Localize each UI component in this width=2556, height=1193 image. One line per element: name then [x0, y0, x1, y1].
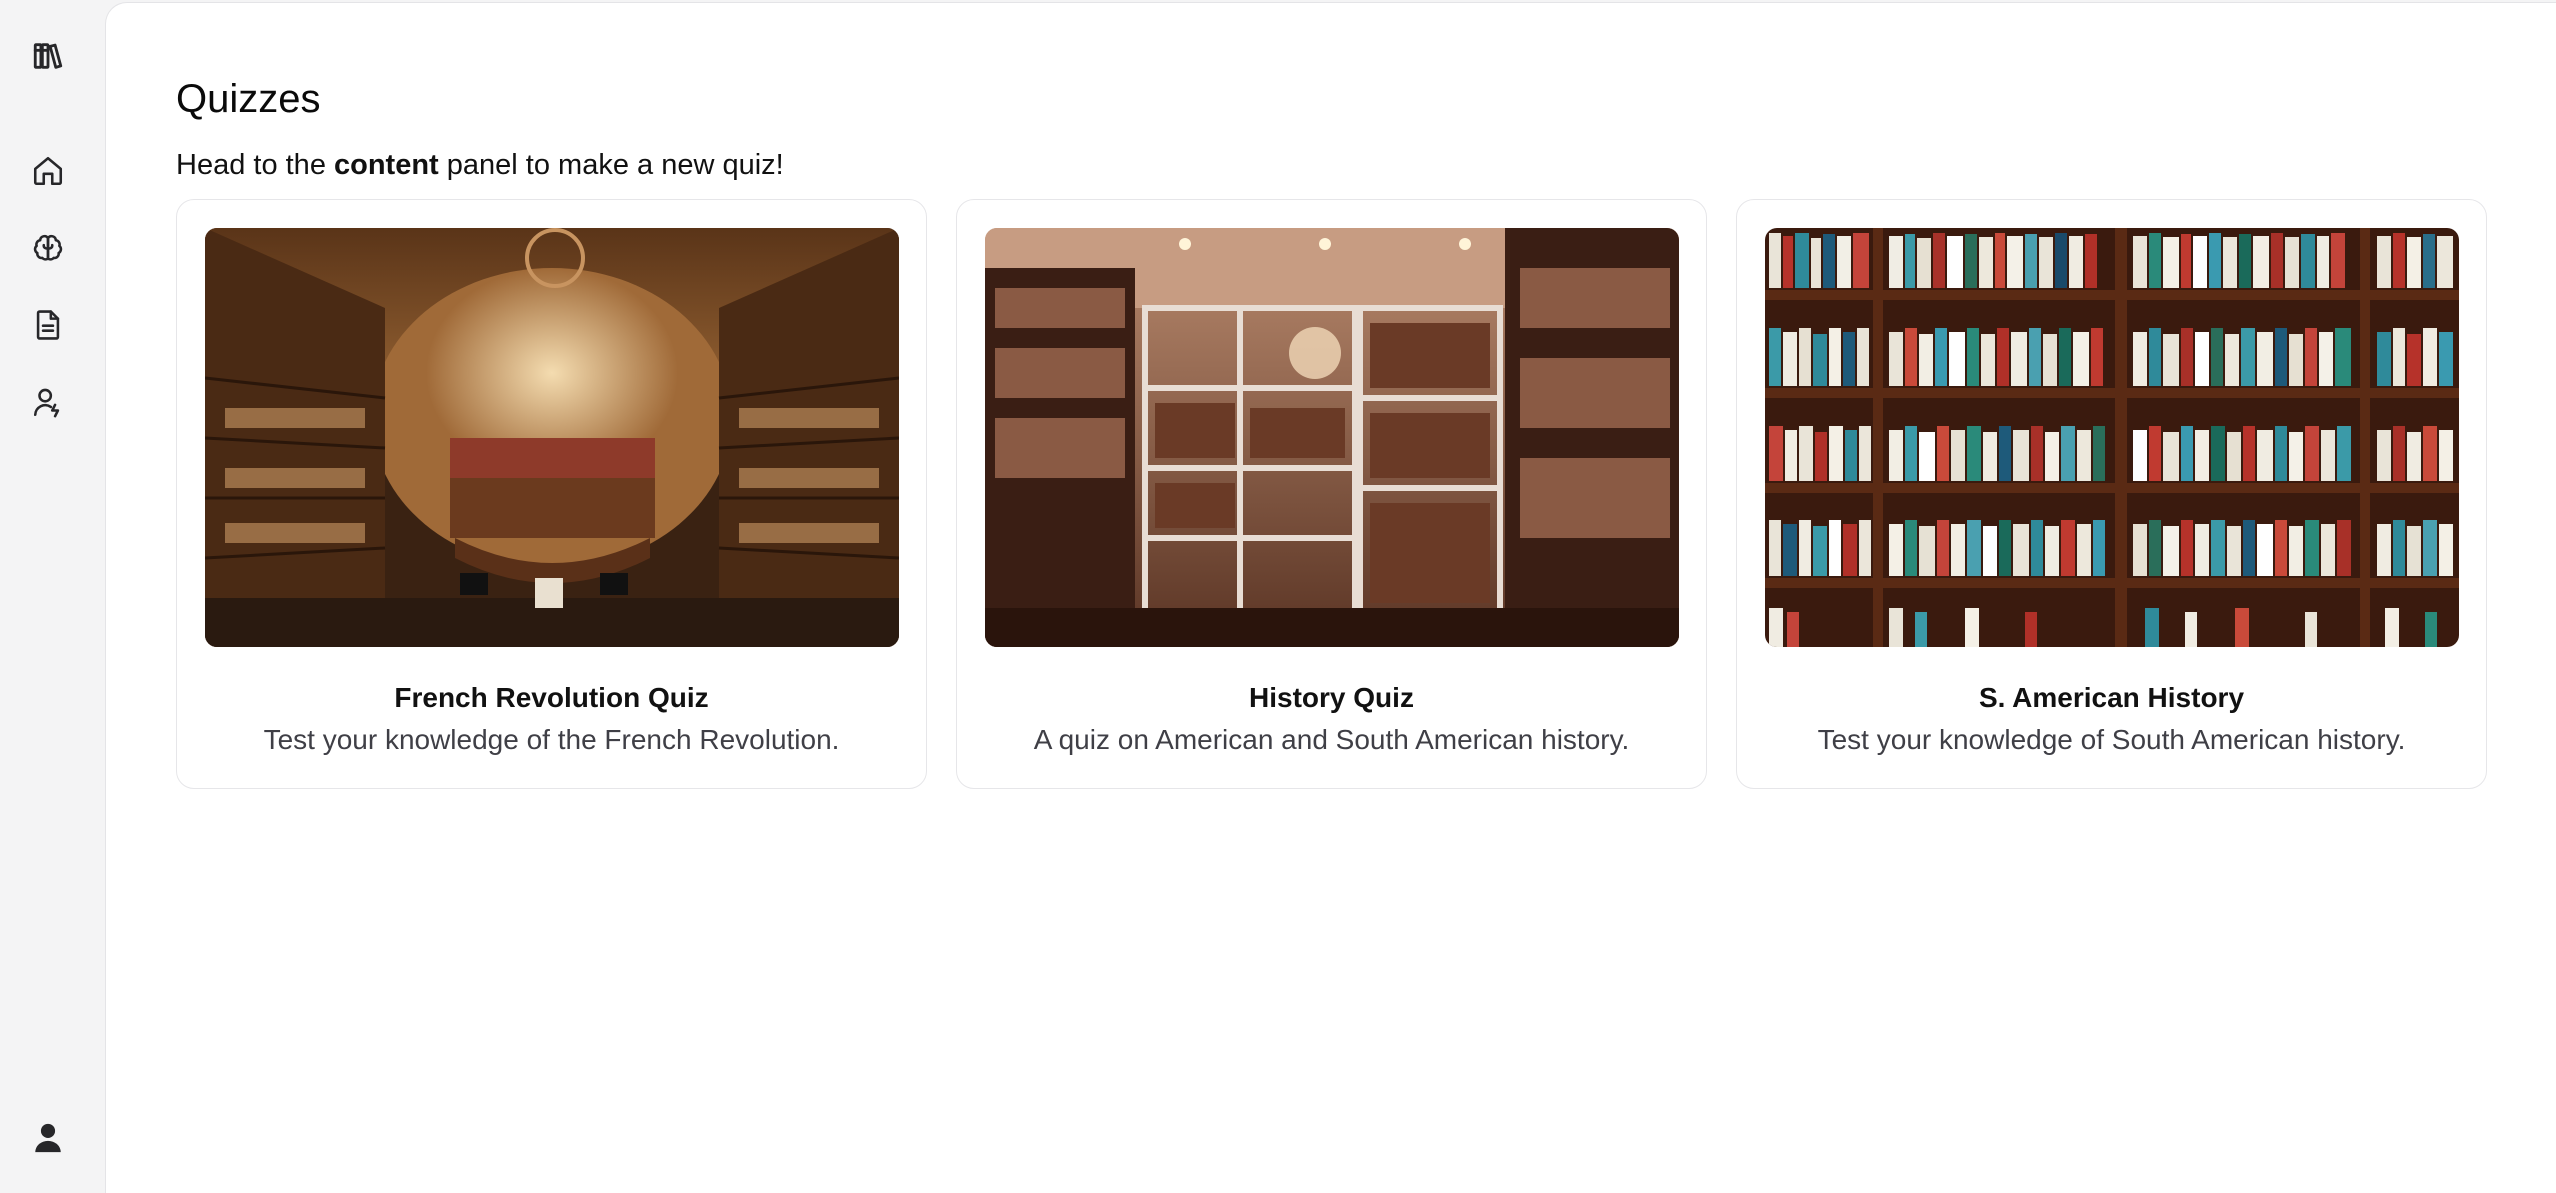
subtitle-text-before: Head to the — [176, 149, 334, 181]
home-icon[interactable] — [30, 153, 66, 189]
quiz-card-title: History Quiz — [1249, 682, 1414, 713]
quiz-card-description: Test your knowledge of South American hi… — [1817, 724, 2406, 755]
document-icon[interactable] — [30, 307, 66, 343]
quiz-card-title: French Revolution Quiz — [394, 682, 709, 713]
quiz-card-title: S. American History — [1978, 682, 2245, 713]
quiz-card-french-revolution[interactable]: French Revolution Quiz Test your knowled… — [176, 199, 927, 789]
main-panel: Quizzes Head to the content panel to mak… — [105, 2, 2556, 1193]
content-panel-emphasis: content — [334, 149, 439, 181]
quiz-card-description: Test your knowledge of the French Revolu… — [263, 724, 840, 755]
user-icon[interactable] — [30, 1120, 66, 1156]
page-title: Quizzes — [176, 77, 321, 121]
quiz-card-description: A quiz on American and South American hi… — [1033, 724, 1630, 755]
library-icon[interactable] — [30, 38, 66, 74]
quiz-card-image — [1765, 228, 2459, 647]
brain-icon[interactable] — [30, 230, 66, 266]
quiz-card-image — [205, 228, 899, 647]
user-cog-icon[interactable] — [30, 384, 66, 420]
quiz-card-image — [985, 228, 1679, 647]
sidebar — [0, 0, 105, 1193]
subtitle-text-after: panel to make a new quiz! — [438, 149, 784, 181]
quiz-card-s-american-history[interactable]: S. American History Test your knowledge … — [1736, 199, 2487, 789]
quiz-card-history[interactable]: History Quiz A quiz on American and Sout… — [956, 199, 1707, 789]
page-subtitle: Head to the content panel to make a new … — [176, 149, 784, 182]
